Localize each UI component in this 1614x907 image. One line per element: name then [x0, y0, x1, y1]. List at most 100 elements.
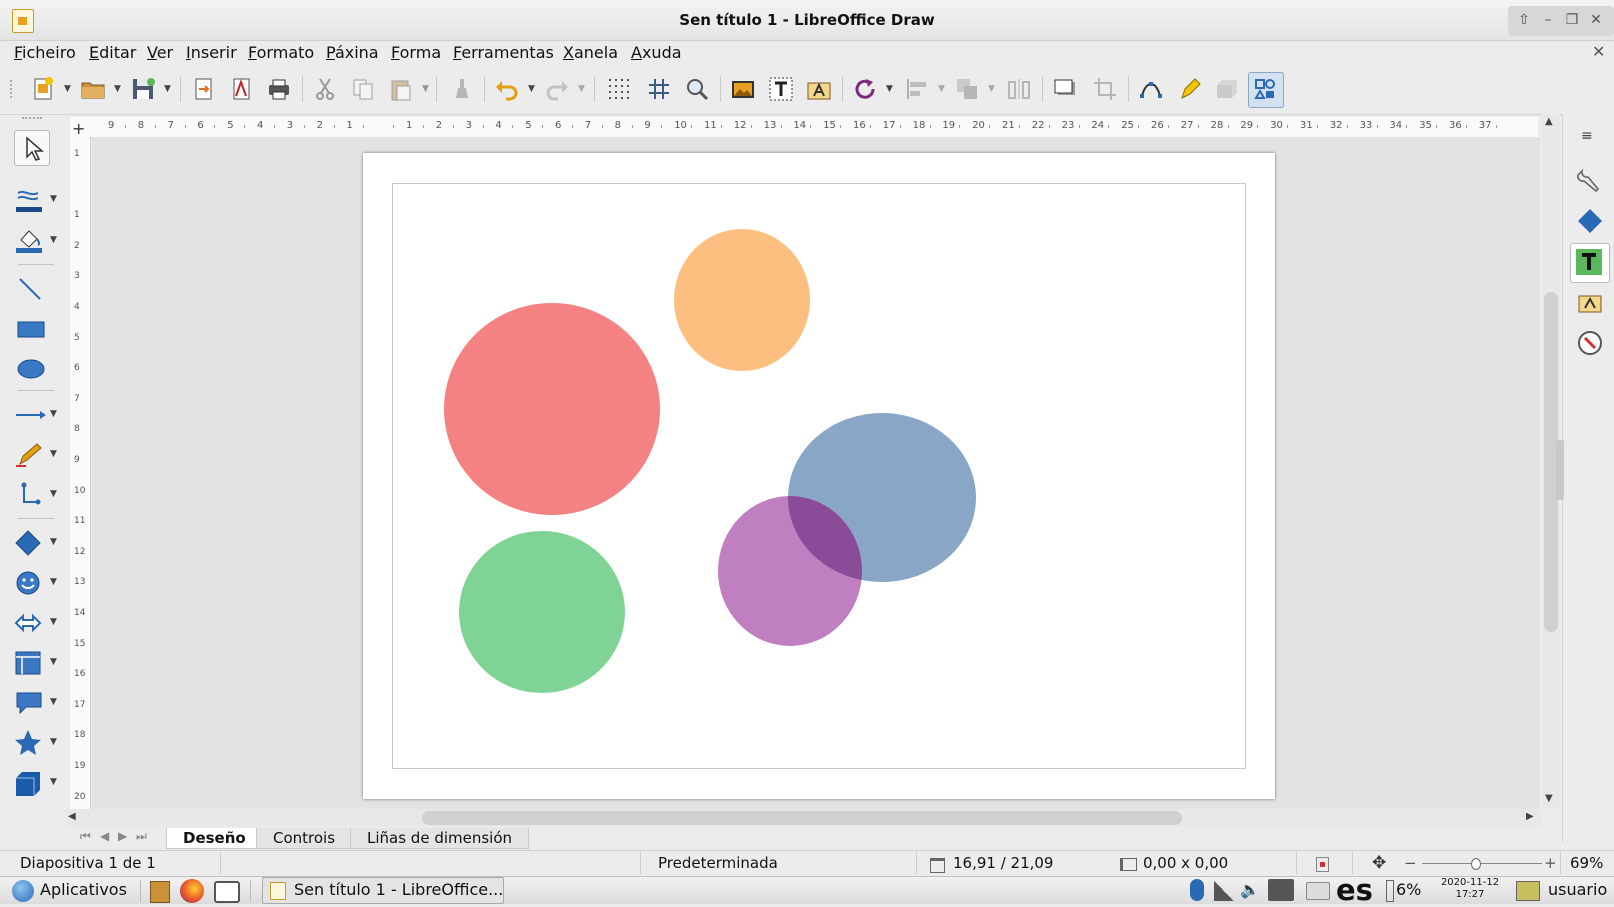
- line-color-dropdown-icon[interactable]: ▼: [50, 194, 57, 204]
- clone-formatting-icon[interactable]: [446, 74, 476, 104]
- menu-ver[interactable]: Ver: [147, 43, 173, 62]
- 3d-objects-icon[interactable]: [12, 766, 48, 800]
- lines-arrows-dropdown-icon[interactable]: ▼: [50, 409, 57, 419]
- zoom-level[interactable]: 69%: [1570, 854, 1603, 872]
- undo-dropdown-icon[interactable]: ▼: [528, 84, 535, 94]
- chat-icon[interactable]: [214, 881, 240, 903]
- curves-polygons-icon[interactable]: [12, 438, 48, 472]
- zoom-in-button[interactable]: +: [1544, 854, 1557, 872]
- menu-ficheiro[interactable]: Ficheiro: [14, 43, 76, 62]
- fill-color-dropdown-icon[interactable]: ▼: [50, 235, 57, 245]
- zoom-slider[interactable]: [1422, 863, 1542, 864]
- points-icon[interactable]: [1136, 74, 1166, 104]
- helplines-icon[interactable]: [644, 74, 674, 104]
- shadow-icon[interactable]: [1050, 74, 1080, 104]
- sidebar-menu-icon[interactable]: ≡: [1581, 128, 1593, 144]
- block-arrows-icon[interactable]: [12, 606, 48, 640]
- paste-icon[interactable]: [386, 74, 416, 104]
- keyboard-layout-indicator[interactable]: es: [1336, 873, 1373, 907]
- navigator-icon[interactable]: [1574, 327, 1606, 359]
- export-icon[interactable]: [188, 74, 218, 104]
- prev-tab-icon[interactable]: ◀: [100, 829, 109, 843]
- close-document-button[interactable]: ✕: [1592, 42, 1605, 61]
- purple-circle-shape[interactable]: [718, 496, 862, 646]
- curves-dropdown-icon[interactable]: ▼: [50, 449, 57, 459]
- username[interactable]: usuario: [1548, 880, 1607, 899]
- gallery-text-icon[interactable]: [1573, 246, 1605, 278]
- toolbar-handle[interactable]: [10, 80, 16, 98]
- crop-icon[interactable]: [1090, 74, 1120, 104]
- callouts-dropdown-icon[interactable]: ▼: [50, 697, 57, 707]
- scroll-right-icon[interactable]: ▶: [1526, 811, 1534, 822]
- scroll-up-icon[interactable]: ▲: [1545, 116, 1553, 127]
- save-icon[interactable]: [128, 74, 158, 104]
- ellipse-tool-icon[interactable]: [12, 352, 48, 386]
- menu-paxina[interactable]: Páxina: [326, 43, 379, 62]
- first-tab-icon[interactable]: ⏮: [80, 829, 91, 844]
- open-dropdown-icon[interactable]: ▼: [114, 84, 121, 94]
- draw-functions-icon[interactable]: [1250, 74, 1280, 104]
- save-dropdown-icon[interactable]: ▼: [164, 84, 171, 94]
- connectors-icon[interactable]: [12, 478, 48, 512]
- tab-deseno[interactable]: Deseño: [166, 828, 263, 849]
- lines-arrows-icon[interactable]: [12, 398, 48, 432]
- symbol-shapes-icon[interactable]: [12, 566, 48, 600]
- menu-ferramentas[interactable]: Ferramentas: [453, 43, 554, 62]
- line-tool-icon[interactable]: [12, 272, 48, 306]
- next-tab-icon[interactable]: ▶: [118, 829, 127, 843]
- toggle-extrusion-icon[interactable]: [1212, 74, 1242, 104]
- block-arrows-dropdown-icon[interactable]: ▼: [50, 617, 57, 627]
- ruler-origin-icon[interactable]: +: [72, 119, 85, 138]
- vertical-ruler[interactable]: 1 1 2 3 4 5 6 7 8 9 10 11 12 13 14 15 16 17 18 19 20: [70, 137, 91, 809]
- last-tab-icon[interactable]: ⏭: [136, 829, 147, 844]
- bluetooth-icon[interactable]: [1190, 879, 1204, 901]
- properties-wrench-icon[interactable]: [1574, 165, 1606, 197]
- arrange-icon[interactable]: [952, 74, 982, 104]
- scroll-down-icon[interactable]: ▼: [1545, 793, 1553, 804]
- select-tool-button[interactable]: [14, 130, 50, 166]
- menu-editar[interactable]: Editar: [89, 43, 136, 62]
- insert-fontwork-icon[interactable]: [804, 74, 834, 104]
- flowchart-icon[interactable]: [12, 646, 48, 680]
- document-modified-icon[interactable]: [1316, 857, 1329, 872]
- display-icon[interactable]: [1268, 879, 1294, 901]
- copy-icon[interactable]: [348, 74, 378, 104]
- user-avatar[interactable]: [1516, 881, 1540, 901]
- clock[interactable]: 2020-11-12 17:27: [1440, 877, 1500, 901]
- align-dropdown-icon[interactable]: ▼: [938, 84, 945, 94]
- green-circle-shape[interactable]: [459, 531, 625, 693]
- master-slide-name[interactable]: Predeterminada: [658, 854, 778, 872]
- red-circle-shape[interactable]: [444, 303, 660, 515]
- menu-axuda[interactable]: Axuda: [631, 43, 682, 62]
- styles-diamond-icon[interactable]: [1574, 205, 1606, 237]
- distribute-icon[interactable]: [1004, 74, 1034, 104]
- insert-text-box-icon[interactable]: [766, 74, 796, 104]
- rotate-dropdown-icon[interactable]: ▼: [886, 84, 893, 94]
- redo-dropdown-icon[interactable]: ▼: [578, 84, 585, 94]
- shade-button[interactable]: ⇧: [1512, 10, 1536, 30]
- new-document-icon[interactable]: [28, 74, 58, 104]
- horizontal-scroll-thumb[interactable]: [422, 811, 1182, 825]
- close-window-button[interactable]: ✕: [1584, 10, 1608, 30]
- symbol-shapes-dropdown-icon[interactable]: ▼: [50, 577, 57, 587]
- open-folder-icon[interactable]: [78, 74, 108, 104]
- rotate-icon[interactable]: [850, 74, 880, 104]
- callouts-icon[interactable]: [12, 686, 48, 720]
- basic-shapes-icon[interactable]: [12, 526, 48, 560]
- display-grid-icon[interactable]: [604, 74, 634, 104]
- volume-icon[interactable]: 🔈: [1240, 880, 1260, 899]
- drawing-toolbar-handle[interactable]: [22, 117, 42, 123]
- tab-controis[interactable]: Controis: [256, 828, 353, 849]
- export-pdf-icon[interactable]: [226, 74, 256, 104]
- scroll-left-icon[interactable]: ◀: [68, 811, 76, 822]
- firefox-icon[interactable]: [180, 879, 204, 903]
- fill-color-icon[interactable]: [12, 224, 48, 258]
- sidebar-collapse-handle[interactable]: [1556, 440, 1564, 500]
- drive-icon[interactable]: [1306, 882, 1330, 900]
- tab-linas-de-dimension[interactable]: Liñas de dimensión: [350, 828, 530, 849]
- orange-circle-shape[interactable]: [674, 229, 810, 371]
- horizontal-ruler[interactable]: 9 8 7 6 5 4 3 2 1 1 2 3 4 5 6 7 8 9 10 11 12 13 14 15 16 17 18 19 20…: [88, 117, 1538, 138]
- zoom-pan-icon[interactable]: [682, 74, 712, 104]
- undo-icon[interactable]: [492, 74, 522, 104]
- print-icon[interactable]: [264, 74, 294, 104]
